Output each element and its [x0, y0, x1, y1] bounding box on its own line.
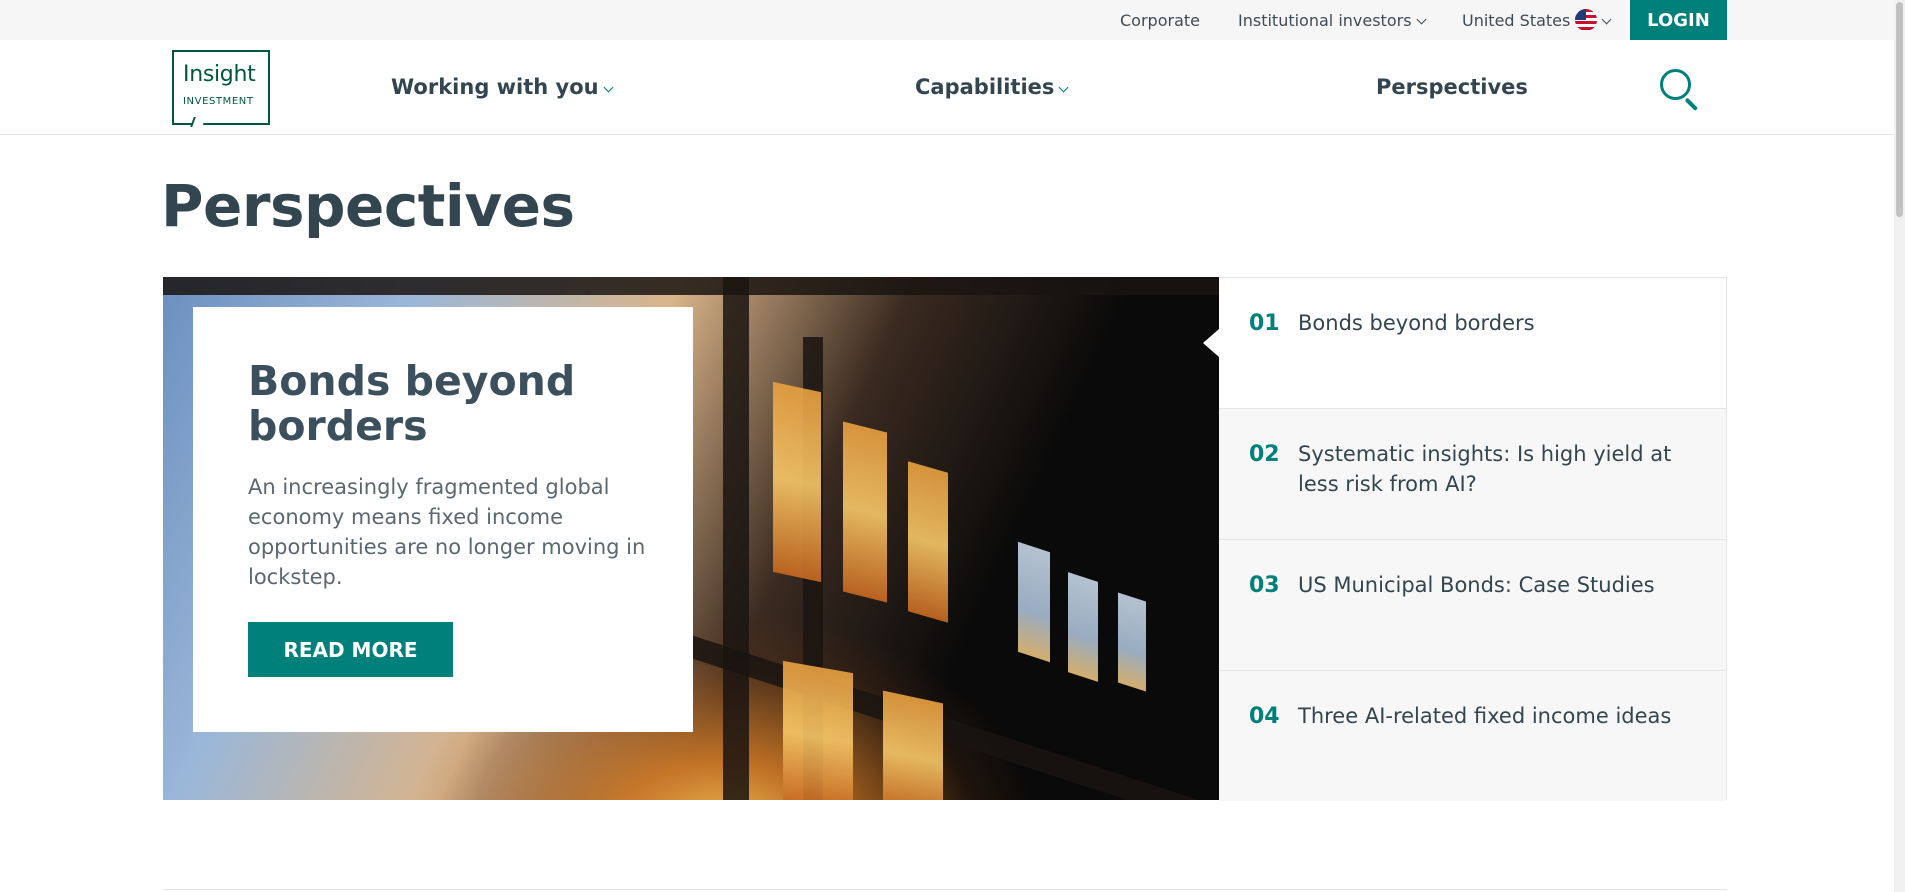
- login-button[interactable]: LOGIN: [1630, 0, 1727, 40]
- page-title: Perspectives: [161, 172, 575, 240]
- window-pane: [773, 381, 821, 583]
- search-icon[interactable]: [1658, 67, 1700, 112]
- article-number: 04: [1249, 704, 1280, 729]
- article-title: US Municipal Bonds: Case Studies: [1298, 573, 1655, 597]
- article-item-02[interactable]: 02 Systematic insights: Is high yield at…: [1219, 408, 1726, 539]
- article-number: 03: [1249, 573, 1280, 598]
- corporate-link[interactable]: Corporate: [1120, 0, 1200, 40]
- feature-description: An increasingly fragmented global econom…: [248, 475, 646, 589]
- nav-capabilities-label: Capabilities: [915, 75, 1055, 99]
- insight-investment-logo[interactable]: Insight INVESTMENT: [172, 50, 270, 127]
- active-item-pointer: [1203, 329, 1219, 357]
- search-icon-handle: [1684, 97, 1699, 112]
- chevron-down-icon: [1058, 82, 1069, 93]
- article-title: Systematic insights: Is high yield at le…: [1298, 442, 1672, 496]
- window-pane: [783, 660, 853, 800]
- chevron-down-icon: [1601, 14, 1612, 25]
- window-pane: [908, 461, 948, 623]
- logo-notch: [190, 117, 206, 127]
- window-pane: [1018, 541, 1050, 663]
- read-more-button[interactable]: READ MORE: [248, 622, 453, 677]
- logo-subtitle: INVESTMENT: [183, 96, 254, 107]
- search-icon-ring: [1660, 69, 1691, 100]
- logo-wordmark: Insight: [183, 62, 256, 87]
- article-list: 01 Bonds beyond borders 02 Systematic in…: [1219, 277, 1727, 801]
- chevron-down-icon: [1416, 14, 1426, 25]
- building-beam: [163, 277, 1219, 295]
- country-selector[interactable]: United States: [1462, 0, 1612, 40]
- window-pane: [1118, 592, 1146, 692]
- article-title: Three AI-related fixed income ideas: [1298, 704, 1672, 728]
- article-item-04[interactable]: 04 Three AI-related fixed income ideas: [1219, 670, 1726, 801]
- nav-perspectives[interactable]: Perspectives: [1376, 40, 1528, 135]
- article-item-03[interactable]: 03 US Municipal Bonds: Case Studies: [1219, 539, 1726, 670]
- building-beam: [723, 277, 749, 800]
- nav-capabilities[interactable]: Capabilities: [915, 40, 1069, 135]
- feature-card: Bonds beyond borders An increasingly fra…: [193, 307, 693, 732]
- us-flag-icon: [1575, 8, 1598, 31]
- main-header: Insight INVESTMENT Working with you Capa…: [0, 40, 1905, 135]
- country-label: United States: [1462, 11, 1571, 30]
- window-pane: [883, 690, 943, 800]
- utility-bar: Corporate Institutional investors United…: [0, 0, 1905, 40]
- feature-title[interactable]: Bonds beyond borders: [248, 359, 648, 449]
- scrollbar-thumb[interactable]: [1896, 2, 1903, 217]
- nav-working-with-you[interactable]: Working with you: [391, 40, 614, 135]
- article-item-01[interactable]: 01 Bonds beyond borders: [1219, 278, 1726, 409]
- nav-working-with-you-label: Working with you: [391, 75, 599, 99]
- section-divider: [163, 889, 1727, 890]
- institutional-investors-label: Institutional investors: [1238, 11, 1412, 30]
- institutional-investors-dropdown[interactable]: Institutional investors: [1238, 0, 1426, 40]
- page-scrollbar[interactable]: [1894, 0, 1905, 892]
- article-title: Bonds beyond borders: [1298, 311, 1535, 335]
- article-number: 02: [1249, 442, 1280, 467]
- window-pane: [843, 421, 887, 603]
- chevron-down-icon: [603, 82, 614, 93]
- window-pane: [1068, 572, 1098, 682]
- article-number: 01: [1249, 311, 1280, 336]
